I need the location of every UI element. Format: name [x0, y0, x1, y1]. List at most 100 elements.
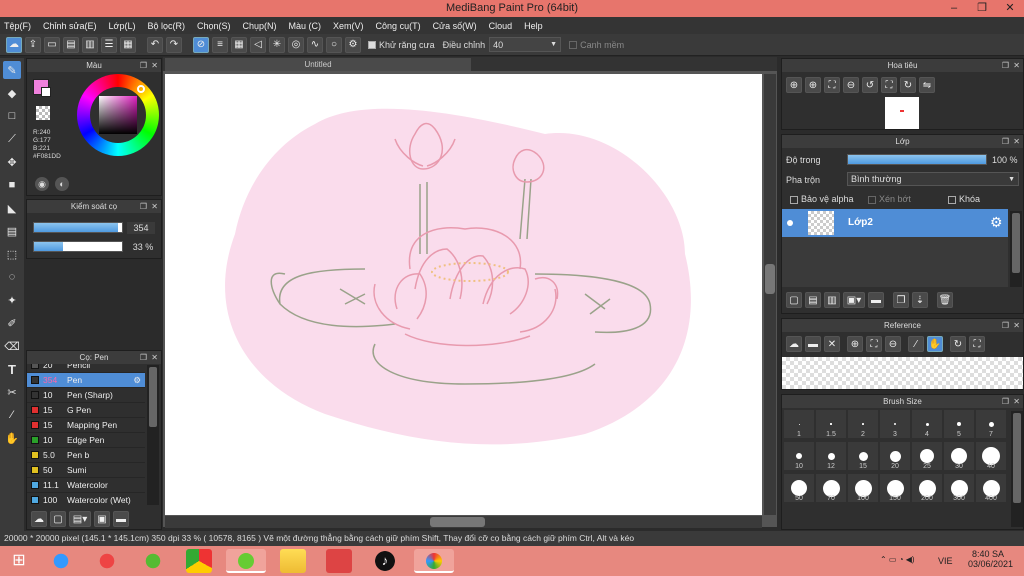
eye-icon[interactable]: [787, 220, 793, 226]
brush-list-item[interactable]: 15 Mapping Pen: [27, 418, 145, 433]
hand-tool-icon[interactable]: ✋: [3, 429, 21, 447]
lock-checkbox[interactable]: [948, 195, 956, 204]
brush-size-option[interactable]: 1: [784, 410, 814, 438]
layer-scrollbar[interactable]: [1010, 211, 1022, 287]
brush-size-option[interactable]: 300: [944, 474, 974, 502]
brush-list-item[interactable]: 100 Watercolor (Wet): [27, 493, 145, 507]
snap-off-icon[interactable]: ⊘: [193, 36, 209, 53]
taskbar-active-app[interactable]: [226, 549, 266, 573]
brush-size-option[interactable]: 10: [784, 442, 814, 470]
canvas-vertical-scrollbar[interactable]: [764, 74, 776, 515]
select-rect-tool-icon[interactable]: ⬚: [3, 245, 21, 263]
circle-snap-icon[interactable]: ○: [326, 36, 342, 53]
canvas-horizontal-scrollbar[interactable]: [165, 516, 762, 528]
line-brush-tool-icon[interactable]: ⟋: [3, 130, 21, 148]
chat-icon[interactable]: ▤: [63, 36, 79, 53]
language-indicator[interactable]: VIE: [938, 556, 953, 566]
new-halftone-layer-icon[interactable]: ▤: [805, 292, 821, 308]
menu-cloud[interactable]: Cloud: [489, 21, 513, 31]
divide-tool-icon[interactable]: ✂: [3, 383, 21, 401]
lasso-tool-icon[interactable]: ◌: [3, 268, 21, 286]
brush-size-option[interactable]: 150: [880, 474, 910, 502]
brush-list-item[interactable]: 20 Pencil: [27, 364, 145, 373]
menu-edit[interactable]: Chỉnh sửa(E): [43, 21, 97, 31]
clock[interactable]: 8:40 SA 03/06/2021: [968, 549, 1013, 569]
file-explorer-icon[interactable]: [280, 549, 306, 573]
rotate-icon[interactable]: ↻: [950, 336, 966, 352]
undock-icon[interactable]: ❐: [140, 200, 147, 213]
brush-size-option[interactable]: 3: [880, 410, 910, 438]
merge-layer-icon[interactable]: ⇣: [912, 292, 928, 308]
menu-help[interactable]: Help: [524, 21, 543, 31]
parallel-snap-icon[interactable]: ≡: [212, 36, 228, 53]
undock-icon[interactable]: ❐: [1002, 59, 1009, 72]
select-eraser-tool-icon[interactable]: ⌫: [3, 337, 21, 355]
document-icon[interactable]: ▥: [82, 36, 98, 53]
brush-size-option[interactable]: 7: [976, 410, 1006, 438]
zoom-out-icon[interactable]: ⊖: [885, 336, 901, 352]
curve-snap-icon[interactable]: ∿: [307, 36, 323, 53]
brush-copy-icon[interactable]: ▣: [94, 511, 110, 527]
soft-edge-checkbox[interactable]: [569, 40, 578, 49]
folder-icon[interactable]: ▬: [868, 292, 884, 308]
close-button[interactable]: ✕: [996, 0, 1024, 17]
close-icon[interactable]: ✕: [151, 200, 158, 213]
undock-icon[interactable]: ❐: [1002, 395, 1009, 408]
new-8bit-layer-icon[interactable]: ▥: [824, 292, 840, 308]
eyedropper-icon[interactable]: ⁄: [908, 336, 924, 352]
grid-snap-icon[interactable]: ▦: [231, 36, 247, 53]
brush-size-option[interactable]: 25: [912, 442, 942, 470]
brush-size-option[interactable]: 15: [848, 442, 878, 470]
brush-tool-icon[interactable]: ✎: [3, 61, 21, 79]
adjust-select[interactable]: 40 ▼: [489, 37, 562, 52]
concentric-snap-icon[interactable]: ◎: [288, 36, 304, 53]
radial-snap-icon[interactable]: ✳: [269, 36, 285, 53]
brush-size-option[interactable]: 200: [912, 474, 942, 502]
text-tool-icon[interactable]: T: [3, 360, 21, 378]
fit-window-icon[interactable]: ⛶: [969, 336, 985, 352]
brush-size-option[interactable]: 12: [816, 442, 846, 470]
gradient-tool-icon[interactable]: ▤: [3, 222, 21, 240]
menu-window[interactable]: Cửa số(W): [433, 21, 477, 31]
blend-mode-select[interactable]: Bình thường ▼: [847, 172, 1019, 186]
app-icon[interactable]: [94, 549, 120, 573]
clip-checkbox[interactable]: [868, 195, 876, 204]
rectangle-tool-icon[interactable]: □: [3, 107, 21, 125]
color-settings-icon[interactable]: ◐: [55, 177, 69, 191]
navigator-thumbnail[interactable]: [885, 97, 919, 129]
flip-icon[interactable]: ⇋: [919, 77, 935, 93]
brush-list-item[interactable]: 50 Sumi: [27, 463, 145, 478]
drawing-canvas[interactable]: [165, 74, 762, 515]
close-icon[interactable]: ✕: [1013, 135, 1020, 148]
saturation-value-square[interactable]: [99, 96, 137, 134]
add-layer-menu-icon[interactable]: ▣▾: [843, 292, 865, 308]
eraser-tool-icon[interactable]: ◆: [3, 84, 21, 102]
brush-list-item[interactable]: 5.0 Pen b: [27, 448, 145, 463]
eyedropper-tool-icon[interactable]: ⁄: [3, 406, 21, 424]
move-tool-icon[interactable]: ✥: [3, 153, 21, 171]
windows-start-icon[interactable]: ⊞: [6, 549, 32, 573]
system-tray-icons[interactable]: ⌃ ▭ ◔ ◀): [880, 555, 915, 564]
menu-file[interactable]: Tệp(F): [4, 21, 31, 31]
zoom-out-icon[interactable]: ⊖: [843, 77, 859, 93]
close-icon[interactable]: ✕: [1013, 395, 1020, 408]
zoom-in-icon[interactable]: ⊕: [786, 77, 802, 93]
document-tab[interactable]: Untitled: [165, 58, 471, 71]
menu-layer[interactable]: Lớp(L): [109, 21, 136, 31]
close-icon[interactable]: ✕: [1013, 59, 1020, 72]
open-reference-icon[interactable]: ▬: [805, 336, 821, 352]
hue-handle[interactable]: [137, 85, 145, 93]
select-pen-tool-icon[interactable]: ✐: [3, 314, 21, 332]
brush-size-option[interactable]: 40: [976, 442, 1006, 470]
list-icon[interactable]: ☰: [101, 36, 117, 53]
fit-icon[interactable]: ⛶: [866, 336, 882, 352]
brush-list-item[interactable]: 10 Edge Pen: [27, 433, 145, 448]
protect-alpha-checkbox[interactable]: [790, 195, 798, 204]
maximize-button[interactable]: ❐: [968, 0, 996, 17]
duplicate-layer-icon[interactable]: ❐: [893, 292, 909, 308]
brush-folder-icon[interactable]: ▬: [113, 511, 129, 527]
brush-list-item[interactable]: 354 Pen ⚙: [27, 373, 145, 388]
reference-image-area[interactable]: [782, 357, 1023, 389]
gear-icon[interactable]: ⚙: [990, 214, 1003, 231]
add-brush-menu-icon[interactable]: ▤▾: [69, 511, 91, 527]
